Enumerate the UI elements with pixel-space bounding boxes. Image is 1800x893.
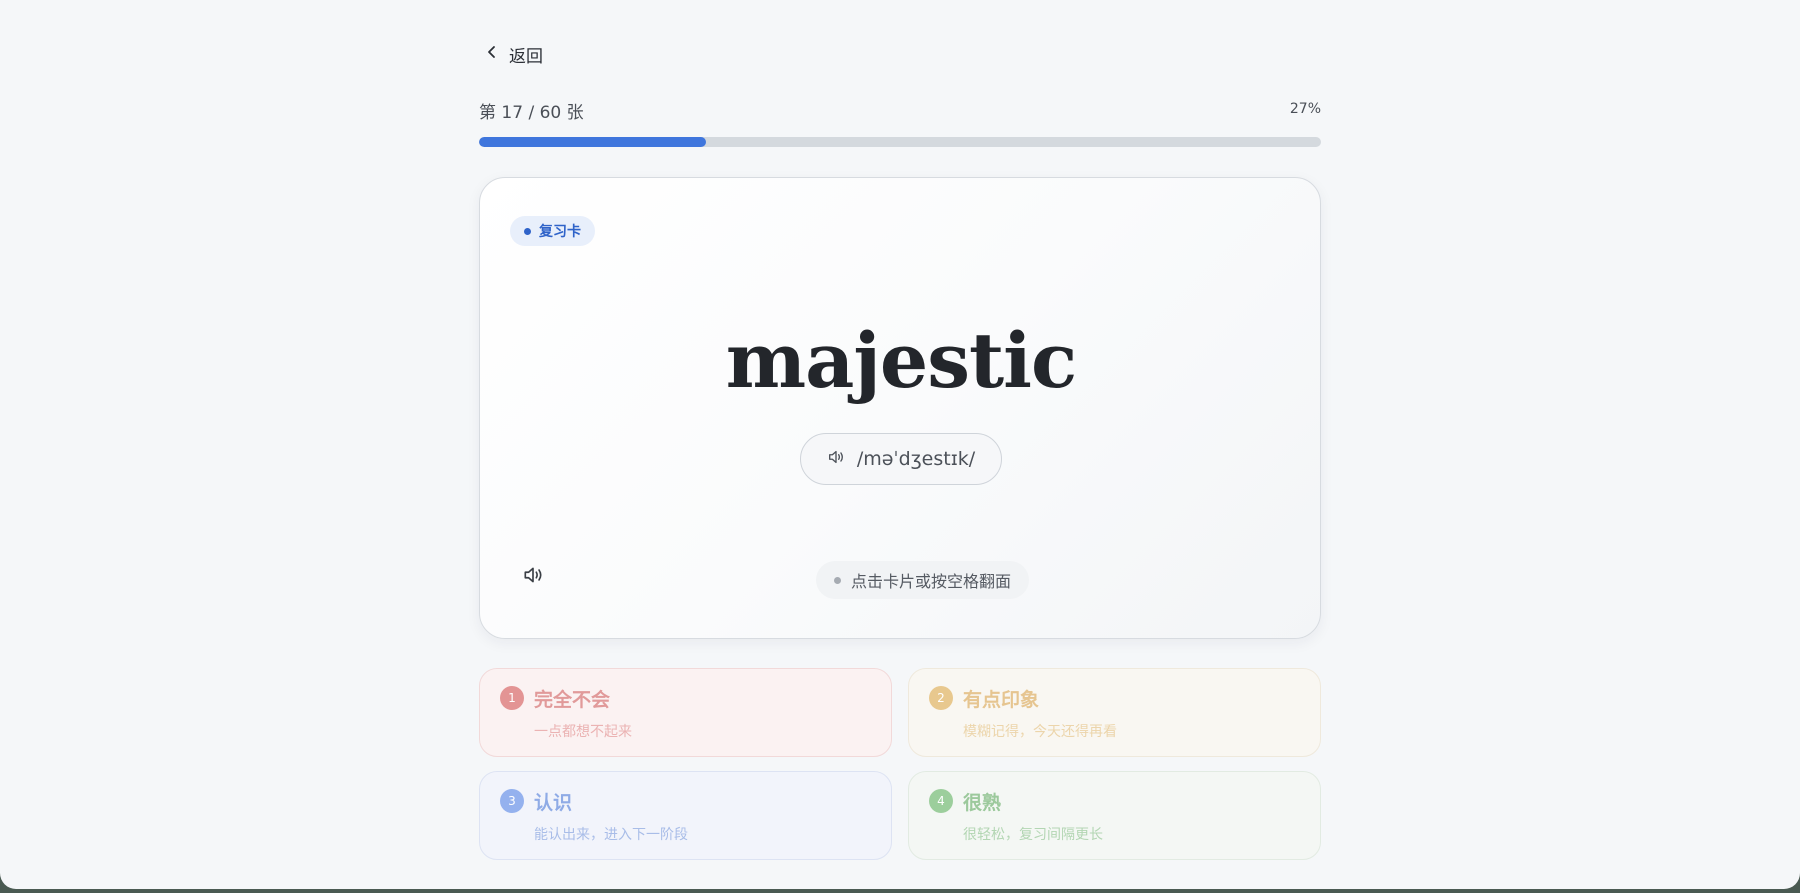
hint-dot [834, 576, 841, 584]
progress-label: 第 17 / 60 张 [479, 103, 584, 123]
rate-again-button[interactable]: 1 完全不会 一点都想不起来 [479, 668, 892, 757]
rate-desc: 很轻松，复习间隔更长 [963, 827, 1103, 843]
rate-number: 4 [929, 789, 953, 813]
rate-title: 完全不会 [534, 689, 611, 711]
progress-percent: 27% [1289, 101, 1321, 117]
app-window: 返回 第 17 / 60 张 27% 复习卡 majestic /məˈdʒes… [0, 0, 1800, 889]
rate-number: 2 [929, 686, 953, 710]
back-label: 返回 [509, 46, 543, 67]
rate-number: 3 [500, 789, 524, 813]
rate-desc: 能认出来，进入下一阶段 [534, 827, 688, 843]
speaker-icon [522, 564, 544, 590]
phonetic-play-button[interactable]: /məˈdʒestɪk/ [800, 433, 1002, 485]
phonetic-text: /məˈdʒestɪk/ [856, 448, 976, 470]
flip-hint: 点击卡片或按空格翻面 [816, 561, 1030, 599]
card-word: majestic [725, 316, 1078, 405]
review-card-badge: 复习卡 [510, 216, 595, 246]
progress-bar [479, 137, 1321, 147]
speaker-icon [827, 448, 845, 471]
chevron-left-icon [485, 44, 499, 64]
rate-number: 1 [500, 686, 524, 710]
play-audio-button[interactable] [520, 564, 546, 590]
badge-label: 复习卡 [539, 224, 581, 240]
back-button[interactable]: 返回 [485, 40, 543, 68]
rate-title: 认识 [534, 792, 573, 814]
rate-easy-button[interactable]: 4 很熟 很轻松，复习间隔更长 [908, 771, 1321, 860]
rate-title: 有点印象 [963, 689, 1040, 711]
progress-fill [479, 137, 707, 147]
rate-hard-button[interactable]: 2 有点印象 模糊记得，今天还得再看 [908, 668, 1321, 757]
badge-dot [524, 227, 531, 235]
rate-desc: 一点都想不起来 [534, 724, 632, 740]
rate-good-button[interactable]: 3 认识 能认出来，进入下一阶段 [479, 771, 892, 860]
flashcard[interactable]: 复习卡 majestic /məˈdʒestɪk/ 点击卡片或按空格翻面 [479, 177, 1321, 639]
rate-desc: 模糊记得，今天还得再看 [963, 724, 1117, 740]
hint-text: 点击卡片或按空格翻面 [851, 572, 1012, 591]
rate-title: 很熟 [963, 792, 1002, 814]
